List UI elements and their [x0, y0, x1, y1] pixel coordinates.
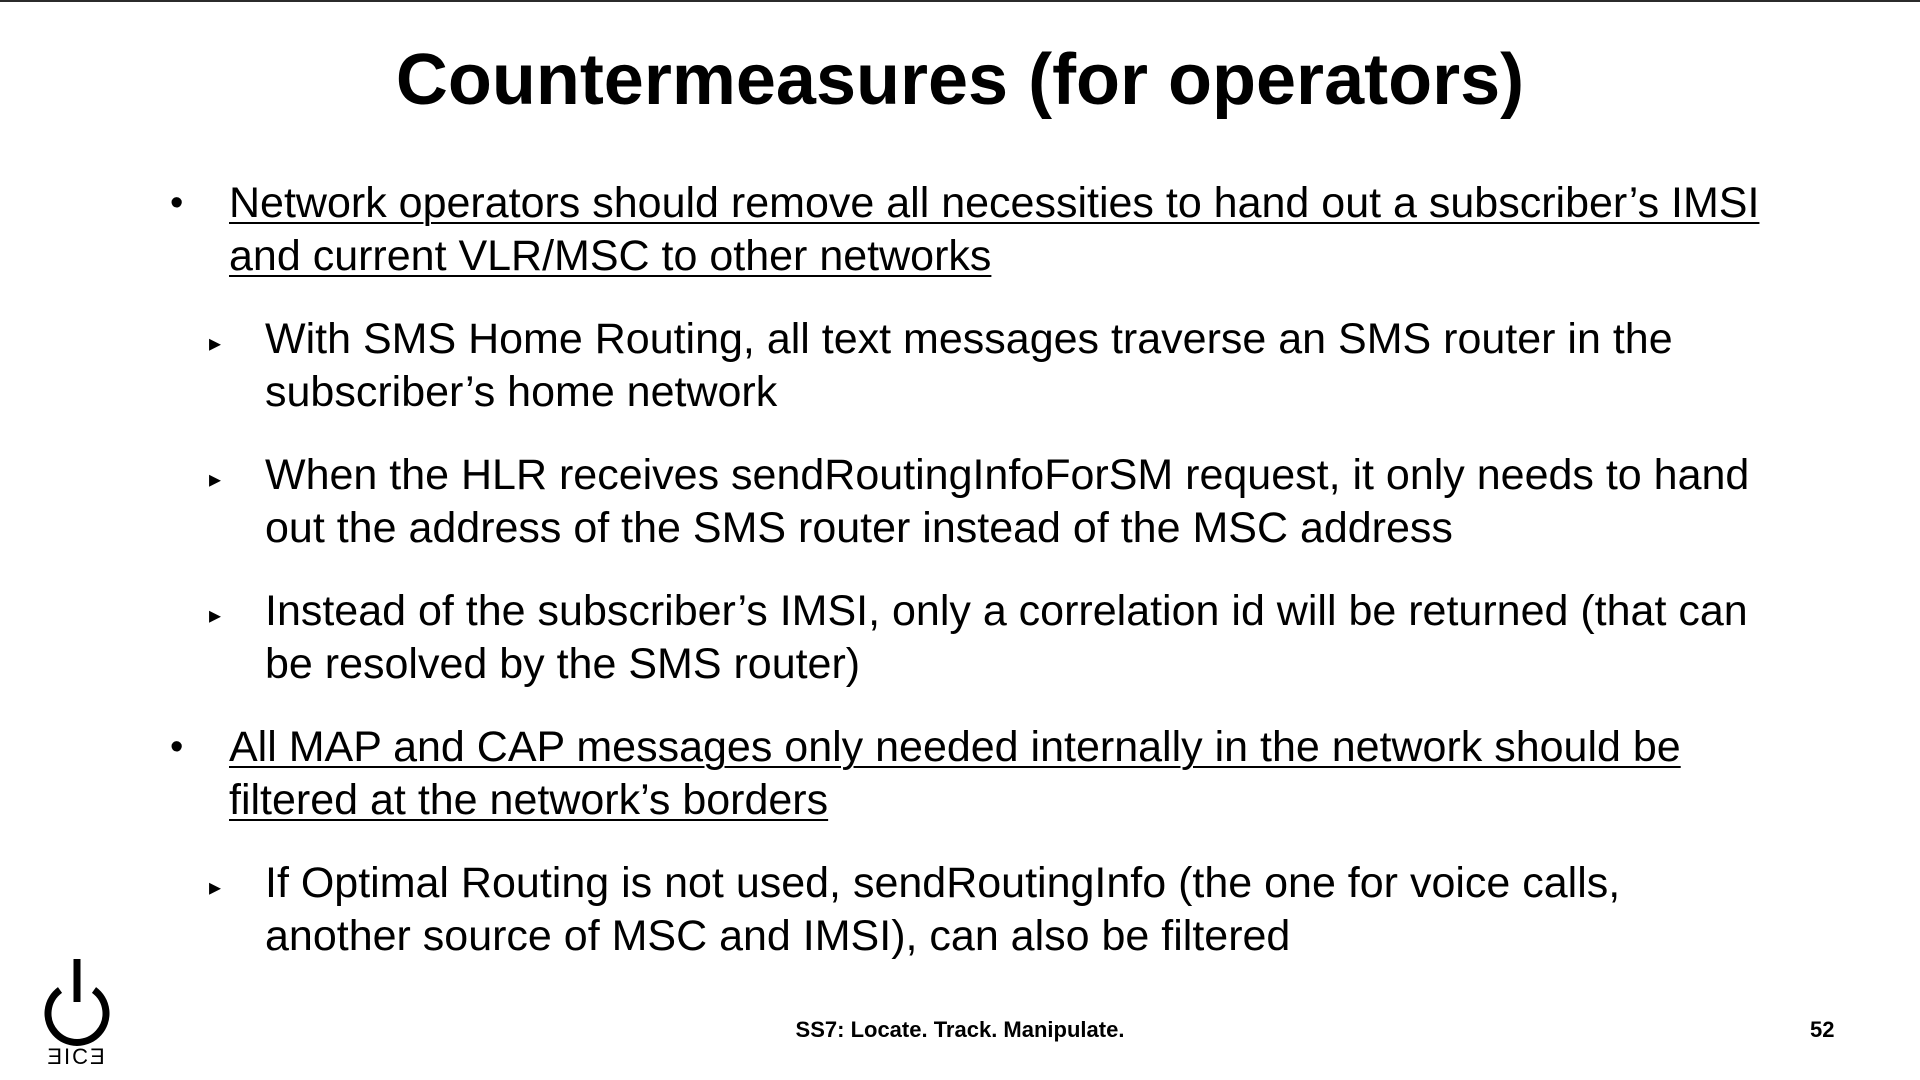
bullet-item: • Network operators should remove all ne…	[166, 177, 1766, 283]
slide: Countermeasures (for operators) • Networ…	[0, 0, 1920, 1080]
sub-bullet-marker: ▸	[209, 874, 222, 901]
sub-bullet-marker: ▸	[209, 466, 222, 493]
bullet-marker: •	[170, 726, 184, 768]
logo-wordmark: ƎICƎ	[47, 1044, 106, 1069]
conference-logo: ƎICƎ	[44, 959, 110, 1069]
bullet-marker: •	[170, 182, 184, 224]
sub-bullet-text: If Optimal Routing is not used, sendRout…	[265, 859, 1621, 960]
page-number: 52	[1810, 1017, 1835, 1042]
sub-bullet-item: ▸ If Optimal Routing is not used, sendRo…	[166, 857, 1766, 963]
sub-bullet-marker: ▸	[209, 330, 222, 357]
sub-bullet-marker: ▸	[209, 602, 222, 629]
sub-bullet-item: ▸ When the HLR receives sendRoutingInfoF…	[166, 449, 1766, 555]
bullet-text: Network operators should remove all nece…	[229, 179, 1760, 280]
bullet-list: • Network operators should remove all ne…	[166, 177, 1766, 963]
sub-bullet-item: ▸ With SMS Home Routing, all text messag…	[166, 313, 1766, 419]
bullet-text: All MAP and CAP messages only needed int…	[229, 723, 1681, 824]
slide-title: Countermeasures (for operators)	[395, 40, 1525, 120]
sub-bullet-text: Instead of the subscriber’s IMSI, only a…	[265, 587, 1748, 688]
sub-bullet-text: With SMS Home Routing, all text messages…	[265, 315, 1673, 416]
sub-bullet-item: ▸ Instead of the subscriber’s IMSI, only…	[166, 585, 1766, 691]
sub-bullet-text: When the HLR receives sendRoutingInfoFor…	[265, 451, 1750, 552]
bullet-item: • All MAP and CAP messages only needed i…	[166, 721, 1766, 827]
footer-caption: SS7: Locate. Track. Manipulate.	[795, 1017, 1125, 1042]
